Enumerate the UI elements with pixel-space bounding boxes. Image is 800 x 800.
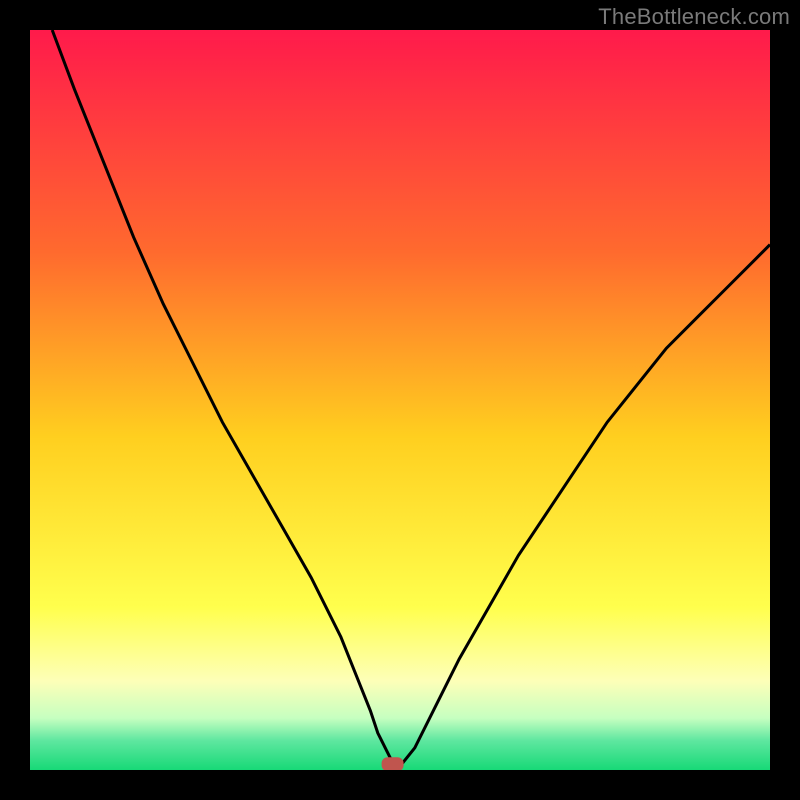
watermark-text: TheBottleneck.com bbox=[598, 4, 790, 30]
gradient-background bbox=[30, 30, 770, 770]
optimal-point-marker bbox=[382, 757, 404, 770]
chart-frame: TheBottleneck.com bbox=[0, 0, 800, 800]
plot-area bbox=[30, 30, 770, 770]
chart-svg bbox=[30, 30, 770, 770]
